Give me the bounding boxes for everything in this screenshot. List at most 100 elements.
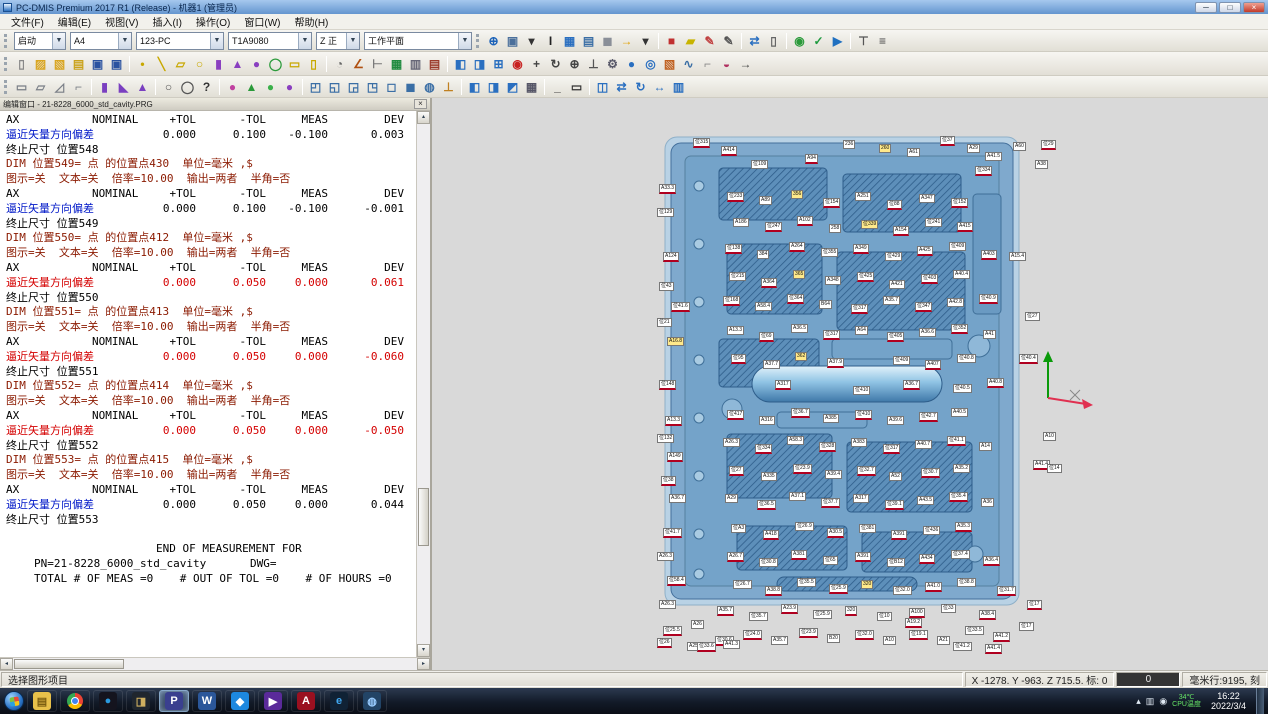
edit-line[interactable]: 逼近矢量方向偏差0.0000.100-0.1000.003 (6, 128, 416, 143)
measure-label[interactable]: 位32.0 (893, 586, 912, 595)
measure-label[interactable]: A21 (937, 636, 950, 645)
measure-label[interactable]: 位35.7 (749, 612, 768, 621)
edit-line[interactable]: 终止尺寸 位置551 (6, 365, 416, 380)
measure-label[interactable]: A40.8 (987, 378, 1004, 388)
edit-line[interactable]: DIM 位置551= 点 的位置点413 单位=毫米 ,$ (6, 305, 416, 320)
edit-window-caption[interactable]: 编辑窗口 - 21-8228_6000_std_cavity.PRG × (0, 98, 430, 111)
measure-label[interactable]: 位352 (951, 324, 968, 334)
chevron-down-icon[interactable]: ▼ (210, 33, 223, 49)
measure-label[interactable]: A30.5 (827, 528, 844, 538)
measure-label[interactable]: A61 (907, 148, 920, 157)
measure-label[interactable]: 位41.6 (671, 302, 690, 312)
measure-label[interactable]: 位41.2 (953, 642, 972, 651)
measure-label[interactable]: 位429 (885, 252, 902, 261)
measure-label[interactable]: 位40.9 (979, 294, 998, 304)
toolbar-grip[interactable] (4, 34, 8, 48)
edit-line[interactable]: 逼近矢量方向偏差0.0000.100-0.100-0.001 (6, 202, 416, 217)
measure-label[interactable]: 位339 (861, 220, 878, 229)
measure-label[interactable]: A407 (925, 360, 941, 370)
measure-label[interactable]: 位405 (887, 332, 904, 342)
pen-icon[interactable]: ✎ (719, 32, 738, 50)
measure-label[interactable]: 位33 (941, 604, 956, 613)
measure-label[interactable]: A41.4 (985, 644, 1002, 654)
measure-label[interactable]: 位24.0 (743, 630, 762, 640)
graphics-grid-icon[interactable]: ⊞ (489, 55, 508, 73)
marker-icon[interactable]: ✎ (700, 32, 719, 50)
plane-icon[interactable]: ▱ (171, 55, 190, 73)
menu-item-view[interactable]: 视图(V) (98, 13, 145, 30)
measure-label[interactable]: 位247 (765, 222, 782, 232)
measure-label[interactable]: 位409 (893, 356, 910, 365)
purple-pyramid-icon[interactable]: ▲ (133, 78, 152, 96)
program-combo[interactable]: 启动▼ (14, 32, 66, 50)
measure-label[interactable]: A58.4 (755, 302, 772, 311)
measure-label[interactable]: A264 (789, 242, 805, 252)
edit-line[interactable]: 图示=关 文本=关 倍率=10.00 输出=两者 半角=否 (6, 246, 416, 261)
measure-label[interactable]: 位33.6 (697, 642, 716, 652)
measure-label[interactable]: A35.7 (717, 606, 734, 616)
blue-sphere-icon[interactable]: ● (622, 55, 641, 73)
measure-label[interactable]: A23.9 (781, 604, 798, 614)
cpu-temp-widget[interactable]: 34℃ CPU温度 (1172, 694, 1201, 708)
probe-combo[interactable]: T1A9080▼ (228, 32, 312, 50)
edit-line[interactable]: 终止尺寸 位置552 (6, 439, 416, 454)
grid-view-icon[interactable]: ▦ (522, 78, 541, 96)
measure-label[interactable]: 位31.7 (997, 586, 1016, 596)
measure-label[interactable]: 位40.5 (953, 384, 972, 393)
chevron-down-icon[interactable]: ▼ (52, 33, 65, 49)
measure-label[interactable]: A26.3 (659, 600, 676, 609)
measure-label[interactable]: 384 (757, 250, 769, 259)
circle-icon[interactable]: ○ (190, 55, 209, 73)
back-view-icon[interactable]: ◻ (382, 78, 401, 96)
measure-label[interactable]: A41.3 (723, 640, 740, 649)
measure-label[interactable]: 位17 (1027, 600, 1042, 610)
dimension-icon[interactable]: ⊤ (854, 32, 873, 50)
translate-icon[interactable]: ⇄ (612, 78, 631, 96)
taskbar-app-pcdmis[interactable]: P (159, 690, 189, 712)
verify-icon[interactable]: ✓ (809, 32, 828, 50)
measure-label[interactable]: 位152 (951, 198, 968, 208)
edit-horizontal-scrollbar[interactable]: ◂ ▸ (0, 657, 430, 670)
measure-label[interactable]: 位17 (1019, 622, 1034, 631)
edit-line[interactable]: 终止尺寸 位置550 (6, 291, 416, 306)
jump-arrow-icon[interactable]: → (617, 32, 636, 50)
calibrate-icon[interactable]: ◎ (641, 55, 660, 73)
curve-icon[interactable]: ∿ (679, 55, 698, 73)
gear-icon[interactable]: ⚙ (603, 55, 622, 73)
point-icon[interactable]: • (133, 55, 152, 73)
probe-icon[interactable]: ⊥ (584, 55, 603, 73)
measure-label[interactable]: 位A3 (731, 524, 746, 533)
measure-label[interactable]: 位109 (751, 160, 768, 169)
fixture-icon[interactable]: ⌐ (698, 55, 717, 73)
measure-label[interactable]: A36.6 (919, 328, 936, 337)
measure-label[interactable]: A348 (825, 276, 841, 285)
measure-label[interactable]: A349 (853, 244, 869, 254)
rotate-view-icon[interactable]: ↻ (546, 55, 565, 73)
measure-label[interactable]: 位25.5 (663, 626, 682, 636)
measure-label[interactable]: 位381 (859, 524, 876, 533)
measure-label[interactable]: 位65 (823, 556, 838, 565)
measure-label[interactable]: B20 (827, 634, 840, 643)
measure-label[interactable]: 320 (845, 606, 857, 616)
printer-icon[interactable]: ▥ (406, 55, 425, 73)
sphere-view-icon[interactable]: ◍ (420, 78, 439, 96)
edit-line[interactable]: TOTAL # OF MEAS =0 # OUT OF TOL =0 # OF … (6, 572, 416, 587)
taskbar-app-viewer-app[interactable]: ◍ (357, 690, 387, 712)
edit-line[interactable]: AXNOMINAL+TOL-TOLMEASDEV (6, 335, 416, 350)
close-button[interactable]: × (1243, 2, 1265, 13)
measure-label[interactable]: A41.0 (925, 582, 942, 592)
save-all-icon[interactable]: ▣ (107, 55, 126, 73)
compass-icon[interactable]: ◔ (330, 55, 349, 73)
measure-label[interactable]: A35.7 (771, 636, 788, 645)
measure-label[interactable]: 位132 (657, 434, 674, 443)
scroll-up-icon[interactable]: ▴ (417, 111, 430, 124)
measure-label[interactable]: 位355 (821, 248, 838, 257)
measure-label[interactable]: A385 (823, 414, 839, 423)
measure-label[interactable]: A10 (1043, 432, 1056, 441)
edit-window-close-icon[interactable]: × (414, 99, 427, 109)
tile-view-icon[interactable]: ▥ (669, 78, 688, 96)
taskbar-app-docs-app[interactable]: ◆ (225, 690, 255, 712)
measure-label[interactable]: A94 (805, 154, 818, 164)
edit-line[interactable]: AXNOMINAL+TOL-TOLMEASDEV (6, 261, 416, 276)
measure-label[interactable]: 362 (795, 352, 807, 361)
